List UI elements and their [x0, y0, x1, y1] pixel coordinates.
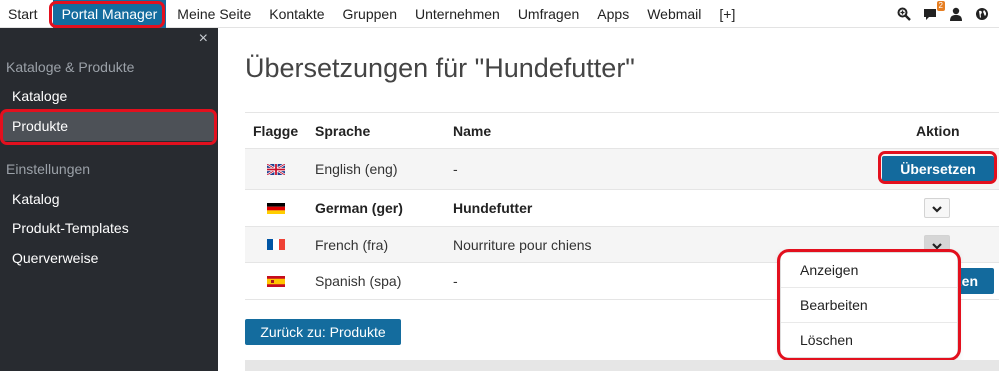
table-footer-strip — [245, 360, 999, 371]
row-menu-button[interactable] — [924, 198, 950, 218]
sidebar-item-katalog[interactable]: Katalog — [2, 184, 214, 214]
table-header-row: Flagge Sprache Name Aktion — [245, 113, 999, 149]
back-to-products-button[interactable]: Zurück zu: Produkte — [245, 319, 401, 345]
main-menu: Start Portal Manager Meine Seite Kontakt… — [0, 0, 748, 28]
language-cell: French (fra) — [315, 236, 389, 253]
top-navigation-bar: Start Portal Manager Meine Seite Kontakt… — [0, 0, 999, 28]
close-icon[interactable]: × — [199, 30, 208, 48]
name-cell: Nourriture pour chiens — [453, 236, 592, 253]
nav-webmail[interactable]: Webmail — [642, 0, 706, 28]
user-icon[interactable] — [949, 7, 963, 21]
sidebar-heading-settings: Einstellungen — [6, 161, 91, 177]
name-cell: Hundefutter — [453, 200, 533, 216]
language-cell: Spanish (spa) — [315, 273, 402, 289]
name-cell: - — [453, 273, 458, 289]
menu-item-loeschen[interactable]: Löschen — [781, 323, 957, 358]
header-action: Aktion — [916, 122, 960, 139]
chevron-down-icon — [932, 237, 942, 253]
nav-umfragen[interactable]: Umfragen — [513, 0, 584, 28]
globe-icon[interactable] — [975, 7, 989, 21]
menu-item-bearbeiten[interactable]: Bearbeiten — [781, 288, 957, 323]
nav-apps[interactable]: Apps — [592, 0, 634, 28]
translations-table: Flagge Sprache Name Aktion English (eng)… — [245, 112, 999, 300]
zoom-icon[interactable] — [897, 7, 911, 21]
page-title: Übersetzungen für "Hundefutter" — [245, 53, 635, 83]
nav-meine-seite[interactable]: Meine Seite — [172, 0, 256, 28]
top-icons: 2 — [897, 0, 989, 28]
table-row: German (ger) Hundefutter — [245, 190, 999, 227]
table-row: English (eng) - Übersetzen — [245, 149, 999, 190]
name-cell: - — [453, 161, 458, 177]
chat-icon[interactable]: 2 — [923, 1, 945, 21]
translate-button[interactable]: Übersetzen — [882, 156, 994, 182]
language-cell: English (eng) — [315, 161, 398, 177]
flag-es-icon — [267, 263, 285, 299]
sidebar-heading-catalogs: Kataloge & Produkte — [6, 59, 135, 75]
flag-de-icon — [267, 190, 285, 226]
flag-fr-icon — [267, 227, 285, 262]
chevron-down-icon — [932, 200, 942, 216]
row-action-dropdown: Anzeigen Bearbeiten Löschen — [780, 252, 958, 358]
chat-badge: 2 — [936, 1, 945, 11]
sidebar-item-querverweise[interactable]: Querverweise — [2, 243, 214, 273]
nav-kontakte[interactable]: Kontakte — [264, 0, 329, 28]
nav-unternehmen[interactable]: Unternehmen — [410, 0, 505, 28]
sidebar-item-kataloge[interactable]: Kataloge — [2, 81, 214, 111]
sidebar: × Kataloge & Produkte Kataloge Produkte … — [0, 28, 218, 371]
header-name: Name — [453, 122, 492, 139]
nav-start[interactable]: Start — [3, 0, 43, 28]
sidebar-item-produkte[interactable]: Produkte — [2, 111, 214, 141]
sidebar-item-produkt-templates[interactable]: Produkt-Templates — [2, 213, 214, 243]
nav-portal-manager[interactable]: Portal Manager — [52, 0, 167, 28]
nav-gruppen[interactable]: Gruppen — [338, 0, 402, 28]
menu-item-anzeigen[interactable]: Anzeigen — [781, 253, 957, 288]
flag-uk-icon — [267, 149, 285, 189]
header-language: Sprache — [315, 122, 371, 139]
header-flag: Flagge — [253, 122, 299, 139]
language-cell: German (ger) — [315, 200, 403, 216]
nav-more[interactable]: [+] — [714, 0, 740, 28]
